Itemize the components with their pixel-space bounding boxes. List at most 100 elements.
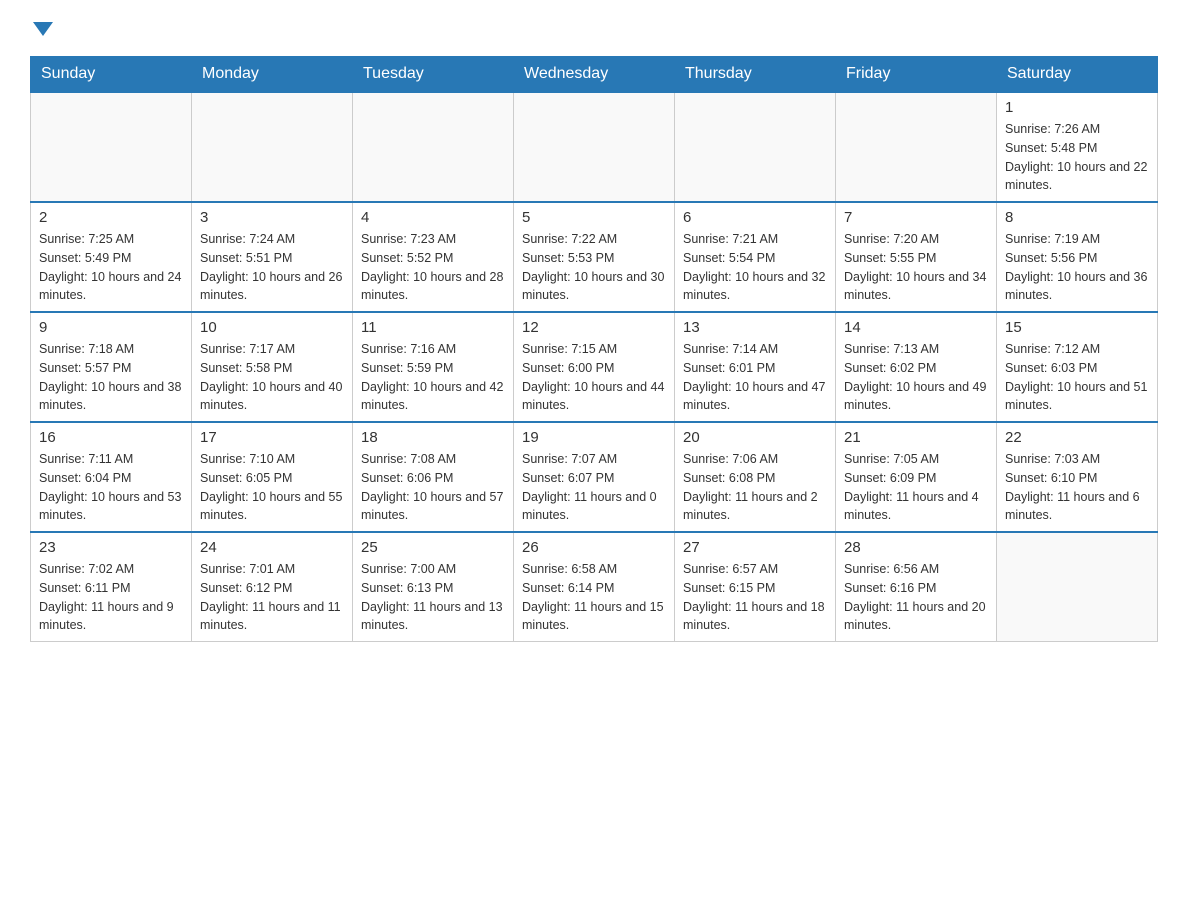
day-info: Sunrise: 7:11 AM Sunset: 6:04 PM Dayligh…	[39, 450, 183, 525]
day-number: 8	[1005, 209, 1149, 226]
calendar-cell: 27 Sunrise: 6:57 AM Sunset: 6:15 PM Dayli…	[675, 532, 836, 642]
calendar-cell: 26 Sunrise: 6:58 AM Sunset: 6:14 PM Dayli…	[514, 532, 675, 642]
calendar-cell: 17 Sunrise: 7:10 AM Sunset: 6:05 PM Dayli…	[192, 422, 353, 532]
day-info: Sunrise: 7:06 AM Sunset: 6:08 PM Dayligh…	[683, 450, 827, 525]
logo-arrow-icon	[33, 22, 53, 36]
day-number: 18	[361, 429, 505, 446]
day-info: Sunrise: 7:26 AM Sunset: 5:48 PM Dayligh…	[1005, 120, 1149, 195]
calendar-cell	[675, 92, 836, 202]
day-number: 13	[683, 319, 827, 336]
day-number: 9	[39, 319, 183, 336]
day-info: Sunrise: 7:18 AM Sunset: 5:57 PM Dayligh…	[39, 340, 183, 415]
day-number: 16	[39, 429, 183, 446]
day-info: Sunrise: 7:23 AM Sunset: 5:52 PM Dayligh…	[361, 230, 505, 305]
calendar-cell: 25Sunrise: 7:00 AM Sunset: 6:13 PM Dayli…	[353, 532, 514, 642]
day-number: 14	[844, 319, 988, 336]
calendar-cell	[31, 92, 192, 202]
day-info: Sunrise: 7:08 AM Sunset: 6:06 PM Dayligh…	[361, 450, 505, 525]
day-number: 27	[683, 539, 827, 556]
day-info: Sunrise: 7:03 AM Sunset: 6:10 PM Dayligh…	[1005, 450, 1149, 525]
day-number: 23	[39, 539, 183, 556]
calendar-cell: 23 Sunrise: 7:02 AM Sunset: 6:11 PM Dayli…	[31, 532, 192, 642]
day-info: Sunrise: 7:20 AM Sunset: 5:55 PM Dayligh…	[844, 230, 988, 305]
calendar-cell: 8 Sunrise: 7:19 AM Sunset: 5:56 PM Daylig…	[997, 202, 1158, 312]
day-info: Sunrise: 6:56 AM Sunset: 6:16 PM Dayligh…	[844, 560, 988, 635]
calendar-cell: 18 Sunrise: 7:08 AM Sunset: 6:06 PM Dayli…	[353, 422, 514, 532]
day-info: Sunrise: 7:05 AM Sunset: 6:09 PM Dayligh…	[844, 450, 988, 525]
day-info: Sunrise: 7:25 AM Sunset: 5:49 PM Dayligh…	[39, 230, 183, 305]
day-info: Sunrise: 7:19 AM Sunset: 5:56 PM Dayligh…	[1005, 230, 1149, 305]
calendar-cell: 1 Sunrise: 7:26 AM Sunset: 5:48 PM Daylig…	[997, 92, 1158, 202]
calendar-cell	[353, 92, 514, 202]
calendar-cell: 10 Sunrise: 7:17 AM Sunset: 5:58 PM Dayli…	[192, 312, 353, 422]
day-info: Sunrise: 7:12 AM Sunset: 6:03 PM Dayligh…	[1005, 340, 1149, 415]
calendar-cell: 5 Sunrise: 7:22 AM Sunset: 5:53 PM Daylig…	[514, 202, 675, 312]
week-row-2: 2 Sunrise: 7:25 AM Sunset: 5:49 PM Daylig…	[31, 202, 1158, 312]
day-number: 21	[844, 429, 988, 446]
day-number: 10	[200, 319, 344, 336]
day-info: Sunrise: 7:01 AM Sunset: 6:12 PM Dayligh…	[200, 560, 344, 635]
calendar-cell: 28 Sunrise: 6:56 AM Sunset: 6:16 PM Dayli…	[836, 532, 997, 642]
calendar-cell: 24Sunrise: 7:01 AM Sunset: 6:12 PM Dayli…	[192, 532, 353, 642]
day-info: Sunrise: 7:02 AM Sunset: 6:11 PM Dayligh…	[39, 560, 183, 635]
week-row-3: 9 Sunrise: 7:18 AM Sunset: 5:57 PM Daylig…	[31, 312, 1158, 422]
day-info: Sunrise: 6:58 AM Sunset: 6:14 PM Dayligh…	[522, 560, 666, 635]
column-header-thursday: Thursday	[675, 57, 836, 93]
day-info: Sunrise: 7:10 AM Sunset: 6:05 PM Dayligh…	[200, 450, 344, 525]
column-header-wednesday: Wednesday	[514, 57, 675, 93]
day-info: Sunrise: 7:21 AM Sunset: 5:54 PM Dayligh…	[683, 230, 827, 305]
day-number: 2	[39, 209, 183, 226]
calendar-cell: 19 Sunrise: 7:07 AM Sunset: 6:07 PM Dayli…	[514, 422, 675, 532]
day-number: 1	[1005, 99, 1149, 116]
day-info: Sunrise: 7:13 AM Sunset: 6:02 PM Dayligh…	[844, 340, 988, 415]
day-number: 7	[844, 209, 988, 226]
day-number: 15	[1005, 319, 1149, 336]
day-number: 5	[522, 209, 666, 226]
calendar-cell	[192, 92, 353, 202]
logo	[30, 20, 53, 36]
day-number: 12	[522, 319, 666, 336]
calendar-cell: 20 Sunrise: 7:06 AM Sunset: 6:08 PM Dayli…	[675, 422, 836, 532]
column-header-tuesday: Tuesday	[353, 57, 514, 93]
week-row-4: 16 Sunrise: 7:11 AM Sunset: 6:04 PM Dayli…	[31, 422, 1158, 532]
week-row-5: 23 Sunrise: 7:02 AM Sunset: 6:11 PM Dayli…	[31, 532, 1158, 642]
day-number: 11	[361, 319, 505, 336]
day-info: Sunrise: 7:14 AM Sunset: 6:01 PM Dayligh…	[683, 340, 827, 415]
calendar-cell: 12 Sunrise: 7:15 AM Sunset: 6:00 PM Dayli…	[514, 312, 675, 422]
day-info: Sunrise: 7:00 AM Sunset: 6:13 PM Dayligh…	[361, 560, 505, 635]
day-info: Sunrise: 7:17 AM Sunset: 5:58 PM Dayligh…	[200, 340, 344, 415]
day-number: 19	[522, 429, 666, 446]
day-info: Sunrise: 7:24 AM Sunset: 5:51 PM Dayligh…	[200, 230, 344, 305]
day-info: Sunrise: 7:22 AM Sunset: 5:53 PM Dayligh…	[522, 230, 666, 305]
calendar-cell	[997, 532, 1158, 642]
day-number: 26	[522, 539, 666, 556]
day-number: 17	[200, 429, 344, 446]
week-row-1: 1 Sunrise: 7:26 AM Sunset: 5:48 PM Daylig…	[31, 92, 1158, 202]
day-number: 28	[844, 539, 988, 556]
column-header-sunday: Sunday	[31, 57, 192, 93]
calendar-cell: 14 Sunrise: 7:13 AM Sunset: 6:02 PM Dayli…	[836, 312, 997, 422]
column-header-saturday: Saturday	[997, 57, 1158, 93]
day-info: Sunrise: 7:16 AM Sunset: 5:59 PM Dayligh…	[361, 340, 505, 415]
calendar-table: SundayMondayTuesdayWednesdayThursdayFrid…	[30, 56, 1158, 642]
day-info: Sunrise: 7:15 AM Sunset: 6:00 PM Dayligh…	[522, 340, 666, 415]
calendar-cell: 7 Sunrise: 7:20 AM Sunset: 5:55 PM Daylig…	[836, 202, 997, 312]
calendar-cell: 4 Sunrise: 7:23 AM Sunset: 5:52 PM Daylig…	[353, 202, 514, 312]
day-number: 20	[683, 429, 827, 446]
calendar-cell: 2 Sunrise: 7:25 AM Sunset: 5:49 PM Daylig…	[31, 202, 192, 312]
day-number: 4	[361, 209, 505, 226]
day-info: Sunrise: 6:57 AM Sunset: 6:15 PM Dayligh…	[683, 560, 827, 635]
day-number: 6	[683, 209, 827, 226]
day-number: 3	[200, 209, 344, 226]
calendar-header-row: SundayMondayTuesdayWednesdayThursdayFrid…	[31, 57, 1158, 93]
calendar-cell	[836, 92, 997, 202]
calendar-cell	[514, 92, 675, 202]
calendar-cell: 22 Sunrise: 7:03 AM Sunset: 6:10 PM Dayli…	[997, 422, 1158, 532]
day-number: 22	[1005, 429, 1149, 446]
day-info: Sunrise: 7:07 AM Sunset: 6:07 PM Dayligh…	[522, 450, 666, 525]
page-header	[30, 20, 1158, 36]
calendar-cell: 16 Sunrise: 7:11 AM Sunset: 6:04 PM Dayli…	[31, 422, 192, 532]
calendar-cell: 13 Sunrise: 7:14 AM Sunset: 6:01 PM Dayli…	[675, 312, 836, 422]
calendar-cell: 9 Sunrise: 7:18 AM Sunset: 5:57 PM Daylig…	[31, 312, 192, 422]
calendar-cell: 6 Sunrise: 7:21 AM Sunset: 5:54 PM Daylig…	[675, 202, 836, 312]
